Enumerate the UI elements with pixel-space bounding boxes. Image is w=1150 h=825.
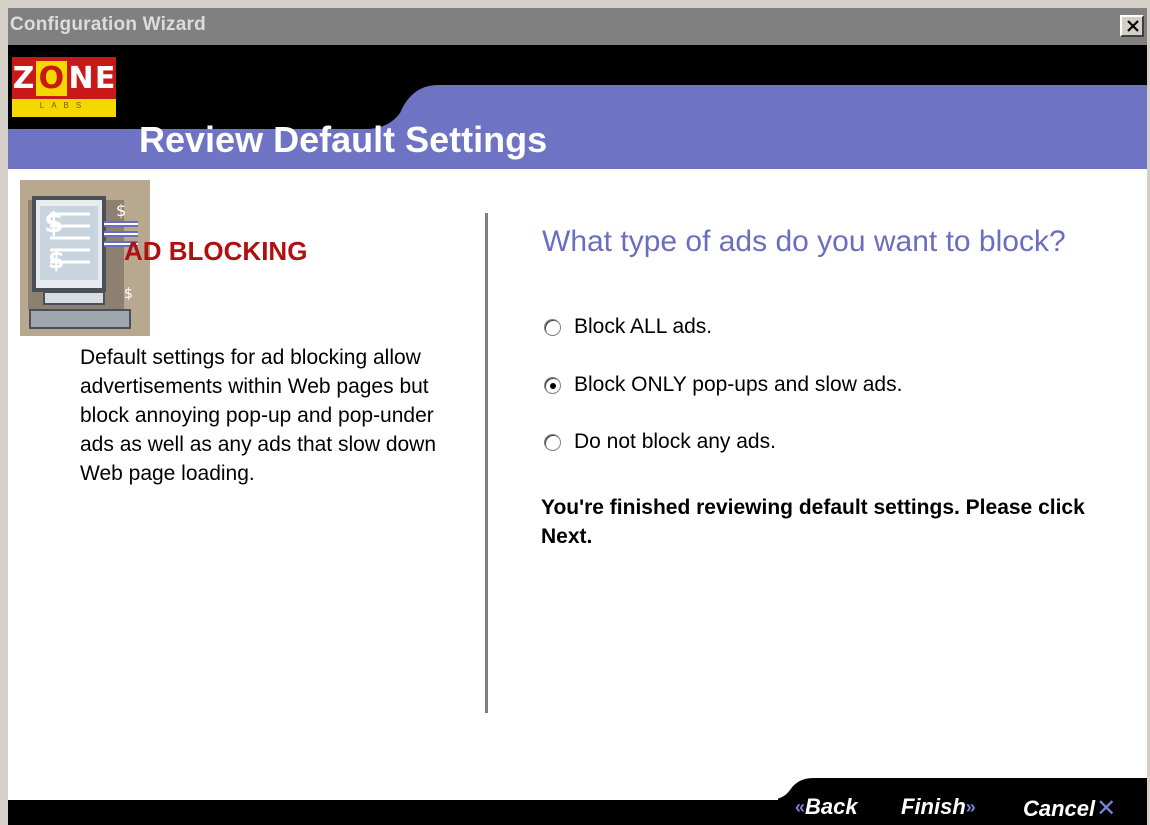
option-label: Block ONLY pop-ups and slow ads. xyxy=(574,373,903,396)
back-button[interactable]: « Back xyxy=(795,794,858,820)
header-band: Z O N E LABS Review Default Settings xyxy=(8,45,1147,169)
back-label: Back xyxy=(805,794,858,819)
option-block-popups[interactable]: Block ONLY pop-ups and slow ads. xyxy=(544,371,902,399)
footer-bar: « Back Finish » Cancel ✕ xyxy=(8,778,1147,825)
configuration-wizard-window: Configuration Wizard Z O N E LABS Review… xyxy=(0,0,1150,825)
cancel-button[interactable]: Cancel ✕ xyxy=(1023,794,1116,823)
finish-note: You're finished reviewing default settin… xyxy=(541,496,1085,548)
finish-button[interactable]: Finish » xyxy=(901,794,976,820)
radio-block-all[interactable] xyxy=(544,318,561,336)
option-block-all[interactable]: Block ALL ads. xyxy=(544,313,712,341)
close-button[interactable] xyxy=(1120,15,1144,37)
radio-block-popups[interactable] xyxy=(544,376,561,394)
option-block-none[interactable]: Do not block any ads. xyxy=(544,428,776,456)
option-label: Block ALL ads. xyxy=(574,315,713,338)
panel-divider xyxy=(485,213,488,713)
title-bar[interactable]: Configuration Wizard xyxy=(8,8,1147,45)
zone-labs-logo: Z O N E LABS xyxy=(12,57,116,117)
logo-letters: Z O N E xyxy=(12,57,116,99)
page-title: Review Default Settings xyxy=(139,119,548,160)
close-icon xyxy=(1127,20,1139,32)
left-panel: $ $ $ $ AD BLOCKING Default settings for… xyxy=(8,169,478,789)
logo-letter-o: O xyxy=(35,60,68,96)
section-title: AD BLOCKING xyxy=(124,236,308,266)
radio-block-none[interactable] xyxy=(544,433,561,451)
cancel-label: Cancel xyxy=(1023,795,1096,821)
double-chevron-right-icon: » xyxy=(965,796,976,817)
svg-text:$: $ xyxy=(116,201,126,220)
double-chevron-left-icon: « xyxy=(795,796,806,817)
svg-text:$: $ xyxy=(44,206,63,239)
finish-label: Finish xyxy=(901,794,966,819)
logo-letter-n: N xyxy=(68,60,94,96)
logo-subtext: LABS xyxy=(39,101,89,110)
logo-letter-e: E xyxy=(94,60,116,96)
option-label: Do not block any ads. xyxy=(574,430,776,453)
window-title: Configuration Wizard xyxy=(10,14,206,35)
footer-wedge xyxy=(8,778,1147,825)
svg-text:$: $ xyxy=(124,286,133,302)
question-heading: What type of ads do you want to block? xyxy=(542,225,1066,258)
logo-letter-z: Z xyxy=(12,60,35,96)
section-description: Default settings for ad blocking allow a… xyxy=(80,346,437,485)
svg-text:$: $ xyxy=(48,246,65,274)
x-icon: ✕ xyxy=(1096,795,1117,822)
